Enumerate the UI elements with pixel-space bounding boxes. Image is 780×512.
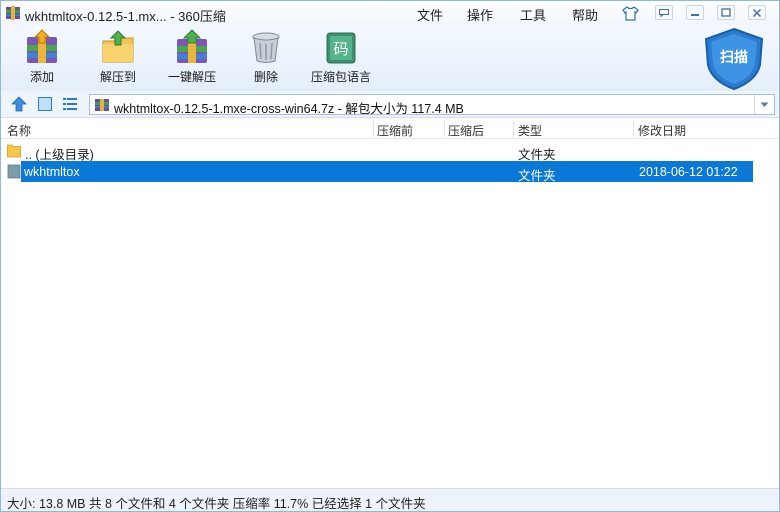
file-type: 文件夹 (518, 169, 556, 183)
folder-icon (7, 164, 21, 179)
one-click-extract-icon (177, 29, 207, 63)
column-divider[interactable] (513, 121, 514, 137)
extract-to-label: 解压到 (99, 70, 136, 84)
archive-encoding-label: 压缩包语言 (310, 70, 371, 84)
menu-file[interactable]: 文件 (417, 5, 443, 24)
feedback-icon (659, 8, 669, 17)
archive-icon (95, 99, 109, 111)
trash-icon (252, 32, 280, 63)
thumbnail-view-icon[interactable] (37, 96, 53, 112)
list-view-icon[interactable] (62, 96, 78, 112)
add-button[interactable]: 添加 (7, 29, 77, 89)
column-name[interactable]: 名称 (7, 122, 31, 139)
feedback-button[interactable] (655, 5, 673, 20)
close-icon (752, 8, 762, 17)
column-type[interactable]: 类型 (518, 122, 542, 139)
maximize-icon (721, 8, 731, 17)
column-divider[interactable] (373, 121, 374, 137)
column-size-after[interactable]: 压缩后 (448, 122, 484, 139)
scan-button[interactable]: 扫描 (701, 27, 767, 91)
extract-to-icon (102, 30, 134, 63)
address-bar: wkhtmltox-0.12.5-1.mxe-cross-win64.7z - … (1, 91, 779, 118)
file-modified: 2018-06-12 01:22 (639, 165, 738, 179)
archive-encoding-button[interactable]: 码 压缩包语言 (306, 29, 376, 89)
column-divider[interactable] (633, 121, 634, 137)
title-bar[interactable]: wkhtmltox-0.12.5-1.mx... - 360压缩 文件 操作 工… (1, 1, 779, 25)
chevron-down-icon (760, 102, 769, 107)
menu-tools[interactable]: 工具 (520, 5, 546, 24)
maximize-button[interactable] (717, 5, 735, 20)
main-toolbar: 添加 解压到 一键解压 删除 码 压缩包语言 扫描 (1, 25, 779, 91)
path-field[interactable]: wkhtmltox-0.12.5-1.mxe-cross-win64.7z - … (89, 94, 775, 116)
minimize-button[interactable] (686, 5, 704, 20)
skin-shirt-icon[interactable] (622, 5, 639, 21)
file-row-wkhtmltox[interactable]: wkhtmltox 文件夹 2018-06-12 01:22 (1, 161, 779, 183)
path-dropdown-button[interactable] (754, 95, 774, 114)
file-name: wkhtmltox (24, 165, 80, 179)
status-bar: 大小: 13.8 MB 共 8 个文件和 4 个文件夹 压缩率 11.7% 已经… (1, 488, 779, 511)
delete-button[interactable]: 删除 (231, 29, 301, 89)
status-text: 大小: 13.8 MB 共 8 个文件和 4 个文件夹 压缩率 11.7% 已经… (7, 497, 426, 511)
encoding-icon: 码 (326, 32, 356, 64)
column-divider[interactable] (444, 121, 445, 137)
app-logo-icon (6, 6, 20, 20)
path-text: wkhtmltox-0.12.5-1.mxe-cross-win64.7z - … (114, 102, 464, 116)
one-click-extract-label: 一键解压 (167, 70, 216, 84)
minimize-icon (691, 13, 699, 16)
folder-icon (7, 144, 21, 158)
encoding-glyph: 码 (333, 40, 348, 58)
one-click-extract-button[interactable]: 一键解压 (157, 29, 227, 89)
column-modified[interactable]: 修改日期 (638, 122, 686, 139)
extract-to-button[interactable]: 解压到 (83, 29, 153, 89)
file-row-parent[interactable]: .. (上级目录) 文件夹 (1, 140, 779, 162)
add-archive-icon (27, 29, 57, 63)
file-list-header: 名称 压缩前 压缩后 类型 修改日期 (1, 119, 779, 139)
scan-label: 扫描 (720, 49, 748, 65)
column-size-before[interactable]: 压缩前 (377, 122, 413, 139)
close-button[interactable] (748, 5, 766, 20)
menu-operate[interactable]: 操作 (467, 5, 493, 24)
delete-label: 删除 (253, 70, 278, 84)
add-label: 添加 (29, 70, 54, 84)
menu-help[interactable]: 帮助 (572, 5, 598, 24)
app-window: wkhtmltox-0.12.5-1.mx... - 360压缩 文件 操作 工… (0, 0, 780, 512)
window-title: wkhtmltox-0.12.5-1.mx... - 360压缩 (25, 9, 226, 24)
up-arrow-icon[interactable] (11, 96, 27, 112)
